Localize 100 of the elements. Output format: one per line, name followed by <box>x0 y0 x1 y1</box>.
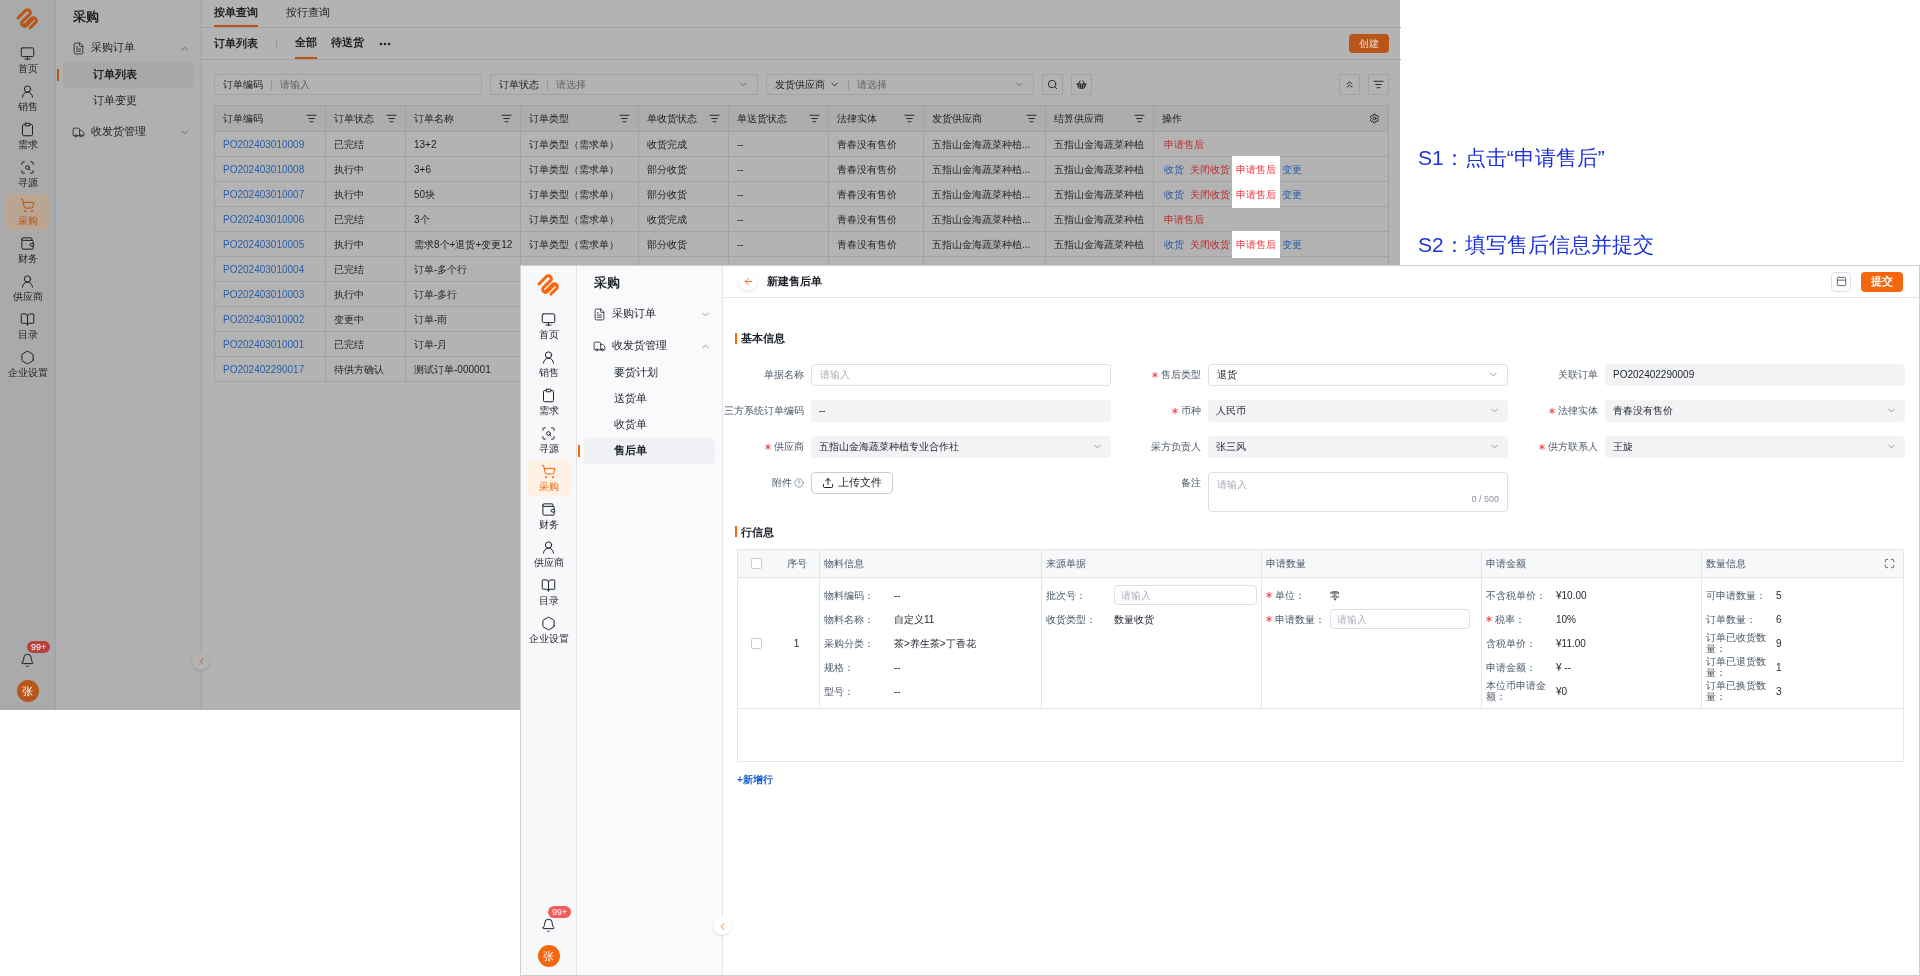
item-value: 5 <box>1776 588 1782 603</box>
arrow-left-icon <box>742 276 754 287</box>
table-cell-text: 部分收货 <box>647 237 687 252</box>
table-cell-text: 订单-月 <box>414 337 448 352</box>
nav-group[interactable]: 采购订单 <box>584 300 715 328</box>
rail-item[interactable]: 需求 <box>526 384 571 420</box>
select-field[interactable]: 王旋 <box>1605 435 1905 458</box>
item-value: ¥10.00 <box>1556 588 1587 603</box>
create-button[interactable]: 创建 <box>1349 34 1389 53</box>
readonly-field: -- <box>811 399 1111 422</box>
table-cell-text: 50块 <box>414 187 436 202</box>
filter-icon[interactable] <box>904 113 915 124</box>
rail-item[interactable]: 销售 <box>526 346 571 382</box>
nav-group[interactable]: 收发货管理 <box>584 332 715 360</box>
filter-icon[interactable] <box>809 113 820 124</box>
table-cell-text: 测试订单-000001 <box>414 362 491 377</box>
clipboard-icon <box>20 122 35 137</box>
filter-field[interactable]: 订单状态 请选择 <box>490 74 758 95</box>
nav-group[interactable]: 收发货管理 <box>63 118 194 146</box>
select-field[interactable]: 青春没有售价 <box>1605 399 1905 422</box>
filter-icon[interactable] <box>619 113 630 124</box>
field-label: 单据名称 <box>764 368 804 382</box>
table-cell-text: 已完结 <box>334 262 364 277</box>
select-field[interactable]: 退货 <box>1208 363 1508 386</box>
nav-title: 采购 <box>593 274 621 293</box>
item-label: 申请数量： <box>1266 613 1325 625</box>
item-value: 10% <box>1556 612 1576 627</box>
select-field[interactable]: 人民币 <box>1208 399 1508 422</box>
upload-button[interactable]: 上传文件 <box>811 471 893 494</box>
item-value: 1 <box>1776 660 1782 675</box>
layout-button[interactable] <box>1831 271 1851 292</box>
item-label: 物料编码： <box>824 589 874 601</box>
table-cell-text: 青春没有售价 <box>837 237 897 252</box>
column-header: 申请金额 <box>1486 557 1526 571</box>
rail-item[interactable]: 销售 <box>5 80 50 116</box>
filter-icon[interactable] <box>501 113 512 124</box>
action-link[interactable]: 申请售后 <box>1232 155 1280 183</box>
expand-icon[interactable] <box>1884 558 1895 569</box>
filter-field[interactable]: 发货供应商 请选择 <box>766 74 1034 95</box>
rail-item[interactable]: 需求 <box>5 118 50 154</box>
table-cell-text: 部分收货 <box>647 187 687 202</box>
action-link[interactable]: 申请售后 <box>1232 180 1280 208</box>
filter-field[interactable]: 订单编码 请输入 <box>214 74 482 95</box>
tab[interactable]: 按单查询 <box>214 0 258 27</box>
checkbox[interactable] <box>750 637 762 649</box>
nav-group[interactable]: 采购订单 <box>63 34 194 62</box>
select-field[interactable]: 五指山金海蔬菜种植专业合作社 <box>811 435 1111 458</box>
user-avatar[interactable]: 张 <box>16 680 39 702</box>
item-label: 订单已换货数量： <box>1706 680 1767 702</box>
rail-item[interactable]: 供应商 <box>5 270 50 306</box>
filter-icon[interactable] <box>386 113 397 124</box>
select-field[interactable]: 张三风 <box>1208 435 1508 458</box>
settings-icon[interactable] <box>1369 113 1380 124</box>
table-cell-text: -- <box>737 212 744 227</box>
status-tab[interactable]: 全部 <box>295 28 317 59</box>
rail-item[interactable]: 企业设置 <box>526 612 571 648</box>
basket-button[interactable] <box>1071 74 1092 95</box>
rail-item[interactable]: 目录 <box>5 308 50 344</box>
table-cell-text: 3个 <box>414 212 430 227</box>
rail-item[interactable]: 寻源 <box>526 422 571 458</box>
checkbox[interactable] <box>750 558 762 569</box>
nav-item[interactable]: 订单变更 <box>63 88 194 114</box>
add-row-link[interactable]: +新增行 <box>737 772 1919 787</box>
rail-item[interactable]: 供应商 <box>526 536 571 572</box>
rail-item[interactable]: 财务 <box>526 498 571 534</box>
table-cell-text: 订单-多行 <box>414 287 458 302</box>
table-cell-text: 青春没有售价 <box>837 162 897 177</box>
nav-item[interactable]: 收货单 <box>584 412 715 438</box>
person-icon <box>20 274 35 289</box>
rail-item[interactable]: 首页 <box>5 42 50 78</box>
section-title: 行信息 <box>741 524 774 540</box>
annotation-text: S1：点击“申请售后” <box>1418 145 1605 171</box>
table-cell-text: 执行中 <box>334 162 364 177</box>
cart-icon <box>541 464 556 479</box>
person-icon <box>20 84 35 99</box>
filter-icon[interactable] <box>1134 113 1145 124</box>
rail-item[interactable]: 企业设置 <box>5 346 50 382</box>
bell-icon[interactable] <box>20 653 35 668</box>
column-header: 单送货状态 <box>729 106 829 132</box>
nav-item[interactable]: 送货单 <box>584 386 715 412</box>
column-header: 订单名称 <box>406 106 521 132</box>
bell-icon[interactable] <box>541 918 556 933</box>
filter-icon[interactable] <box>1026 113 1037 124</box>
rail-item[interactable]: 寻源 <box>5 156 50 192</box>
nav-item[interactable]: 要货计划 <box>584 360 715 386</box>
table-cell-text: 执行中 <box>334 187 364 202</box>
table-cell-text: 订单类型（需求单） <box>529 237 619 252</box>
tab[interactable]: 按行查询 <box>286 0 330 27</box>
required-mark-icon <box>1539 443 1545 450</box>
action-link[interactable]: 申请售后 <box>1232 230 1280 258</box>
textarea-field[interactable]: 请输入 0 / 500 <box>1208 471 1508 512</box>
table-cell-text: 订单-多个行 <box>414 262 468 277</box>
rail-item[interactable]: 财务 <box>5 232 50 268</box>
rail-item[interactable]: 首页 <box>526 308 571 344</box>
filter-icon[interactable] <box>306 113 317 124</box>
search-button[interactable] <box>1042 74 1063 95</box>
filter-icon[interactable] <box>709 113 720 124</box>
rail-item[interactable]: 目录 <box>526 574 571 610</box>
status-tab[interactable]: 待送货 <box>331 28 364 59</box>
filter-button[interactable] <box>1368 74 1389 95</box>
